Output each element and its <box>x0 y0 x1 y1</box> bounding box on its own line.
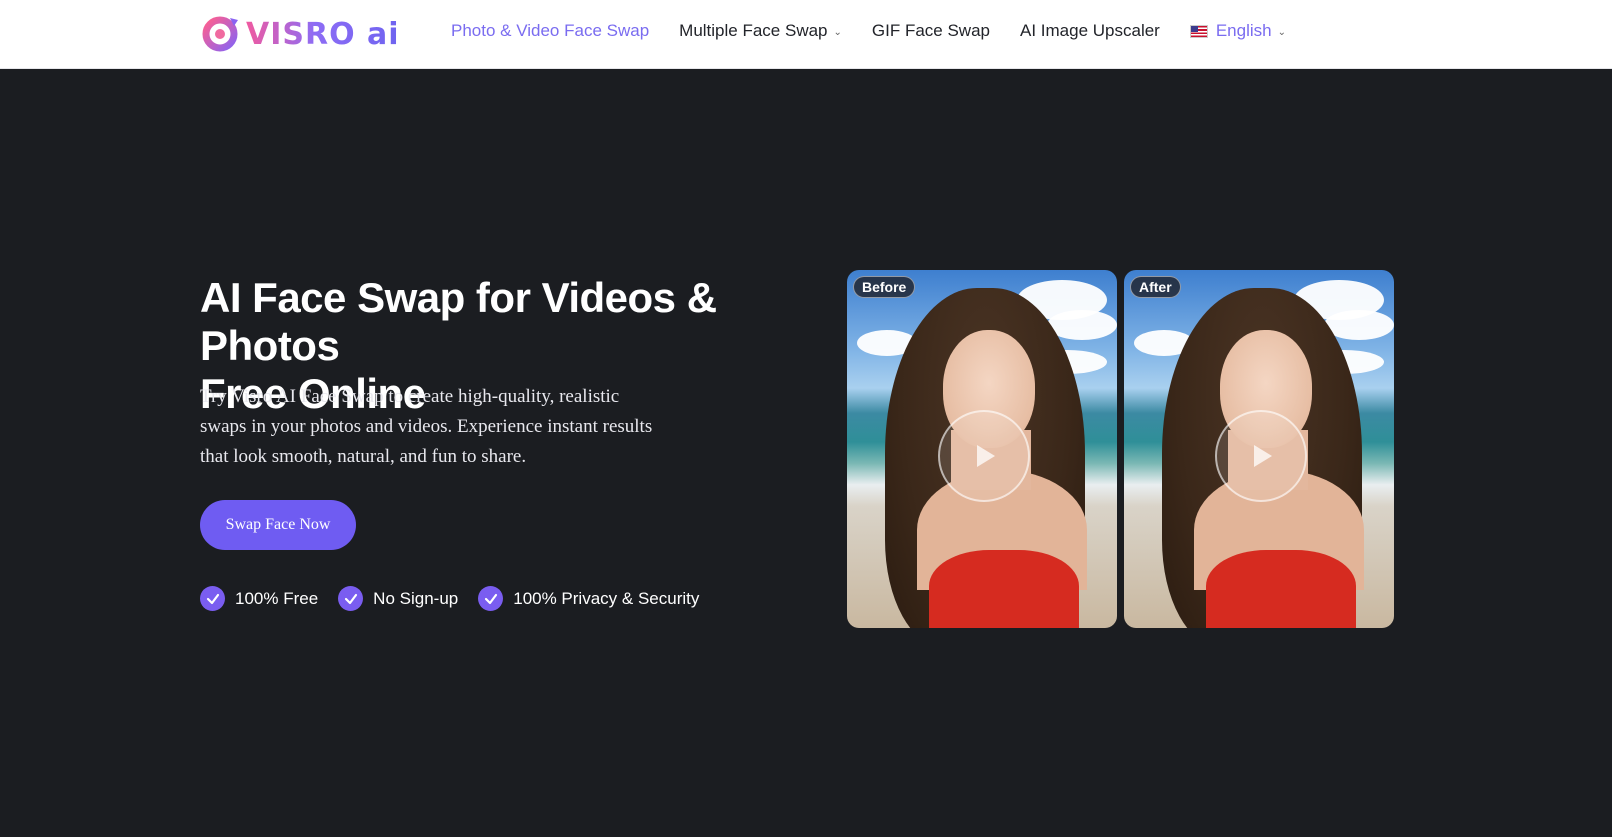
us-flag-icon <box>1189 24 1208 38</box>
hero-title-line1: AI Face Swap for Videos & Photos <box>200 274 717 369</box>
play-button[interactable] <box>1215 410 1307 502</box>
language-label: English <box>1215 21 1272 40</box>
nav-item-label: Photo & Video Face Swap <box>451 21 650 40</box>
feature-list: 100% Free No Sign-up 100% Privacy & Secu… <box>200 586 719 611</box>
portrait-dress <box>929 550 1079 628</box>
play-icon <box>1254 445 1272 467</box>
nav-item-multiple-face-swap[interactable]: Multiple Face Swap ⌄ <box>679 21 842 41</box>
language-selector[interactable]: English ⌄ <box>1189 21 1286 41</box>
check-icon <box>338 586 364 611</box>
before-badge: Before <box>853 276 916 298</box>
chevron-down-icon: ⌄ <box>833 26 842 38</box>
check-icon <box>478 586 504 611</box>
site-header: VISRO ai Photo & Video Face Swap Multipl… <box>0 0 1612 69</box>
nav-item-gif-face-swap[interactable]: GIF Face Swap <box>872 21 990 41</box>
check-icon <box>200 586 225 611</box>
chevron-down-icon: ⌄ <box>1277 26 1286 38</box>
portrait-dress <box>1206 550 1356 628</box>
hero-description: Try Visro AI Face Swap to create high-qu… <box>200 386 653 467</box>
nav-item-ai-image-upscaler[interactable]: AI Image Upscaler <box>1020 21 1160 41</box>
feature-label: 100% Privacy & Security <box>513 588 700 608</box>
nav-item-photo-video-face-swap[interactable]: Photo & Video Face Swap <box>451 21 649 41</box>
after-video-card[interactable]: After <box>1124 270 1394 628</box>
play-button[interactable] <box>938 410 1030 502</box>
feature-item: 100% Free <box>200 586 318 611</box>
feature-item: 100% Privacy & Security <box>478 586 699 611</box>
logo-mark-icon <box>202 16 238 52</box>
feature-label: No Sign-up <box>373 588 459 608</box>
brand-logo[interactable]: VISRO ai <box>200 14 400 54</box>
logo-text: VISRO ai <box>246 16 400 52</box>
main-nav: Photo & Video Face Swap Multiple Face Sw… <box>451 21 1316 41</box>
nav-item-label: AI Image Upscaler <box>1020 21 1160 40</box>
swap-face-now-button[interactable]: Swap Face Now <box>200 500 356 550</box>
feature-item: No Sign-up <box>338 586 458 611</box>
after-badge: After <box>1130 276 1181 298</box>
before-video-card[interactable]: Before <box>847 270 1117 628</box>
feature-label: 100% Free <box>235 588 319 608</box>
nav-item-label: GIF Face Swap <box>871 21 990 40</box>
play-icon <box>977 445 995 467</box>
nav-item-label: Multiple Face Swap <box>679 21 828 40</box>
